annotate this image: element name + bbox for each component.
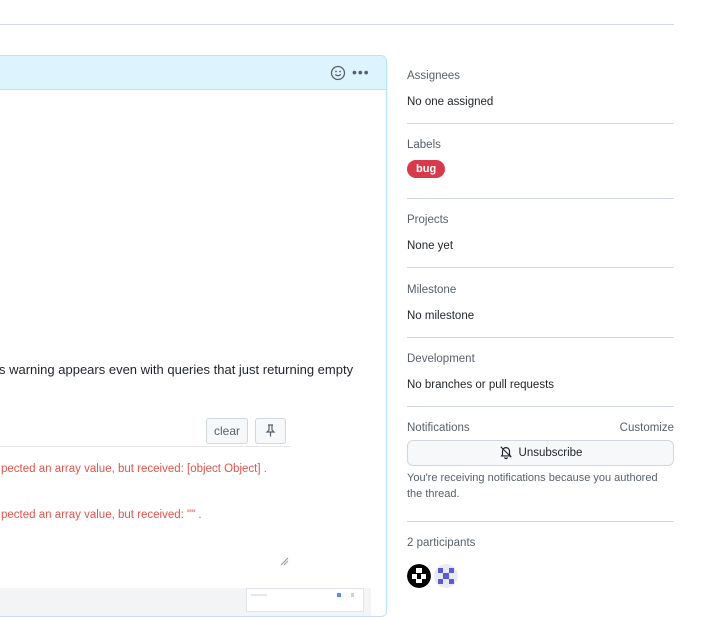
add-reaction-icon[interactable] [330, 65, 346, 81]
sidebar-divider [407, 521, 674, 522]
more-options-icon[interactable]: ••• [352, 64, 370, 80]
console-pin-button[interactable] [255, 418, 286, 444]
participants-title: 2 participants [407, 537, 476, 549]
milestone-section: Milestone No milestone [407, 284, 674, 322]
mini-panel-icons [251, 593, 354, 597]
console-error-line: pected an array value, but received: "" … [1, 509, 202, 521]
participant-avatar-icon [407, 564, 431, 588]
bell-slash-icon [499, 446, 512, 460]
console-clear-button[interactable]: clear [206, 418, 248, 444]
console-toolbar: clear [0, 414, 291, 447]
labels-title[interactable]: Labels [407, 139, 674, 151]
sidebar-divider [407, 123, 674, 124]
pin-icon [265, 424, 276, 437]
avatar[interactable] [434, 564, 458, 588]
development-title[interactable]: Development [407, 353, 674, 365]
milestone-value: No milestone [407, 310, 475, 322]
assignees-section: Assignees No one assigned [407, 70, 674, 108]
participant-avatar-icon [434, 564, 458, 588]
sidebar-divider [407, 337, 674, 338]
unsubscribe-button[interactable]: Unsubscribe [407, 440, 674, 466]
milestone-title[interactable]: Milestone [407, 284, 674, 296]
sidebar-divider [407, 406, 674, 407]
customize-link[interactable]: Customize [620, 422, 674, 434]
projects-value: None yet [407, 240, 454, 252]
notifications-section: Notifications Customize Unsubscribe You'… [407, 422, 674, 512]
sidebar-divider [407, 198, 674, 199]
screenshot-mini-panel [246, 588, 364, 612]
avatar[interactable] [407, 564, 431, 588]
label-bug[interactable]: bug [407, 160, 446, 178]
projects-section: Projects None yet [407, 214, 674, 252]
comment-header: ••• [0, 56, 386, 90]
comment-body-text: s warning appears even with queries that… [0, 362, 354, 377]
unsubscribe-label: Unsubscribe [518, 447, 583, 459]
notifications-description: You're receiving notifications because y… [407, 472, 658, 500]
development-section: Development No branches or pull requests [407, 353, 674, 391]
assignees-title[interactable]: Assignees [407, 70, 674, 82]
labels-section: Labels bug [407, 139, 674, 178]
resize-handle-icon[interactable] [279, 556, 289, 566]
sidebar-divider [407, 267, 674, 268]
projects-title[interactable]: Projects [407, 214, 674, 226]
participants-section: 2 participants [407, 537, 674, 549]
console-error-line: pected an array value, but received: [ob… [1, 463, 267, 475]
issue-comment: ••• s warning appears even with queries … [0, 55, 387, 617]
top-divider [0, 24, 674, 25]
assignees-value: No one assigned [407, 96, 494, 108]
development-value: No branches or pull requests [407, 379, 555, 391]
